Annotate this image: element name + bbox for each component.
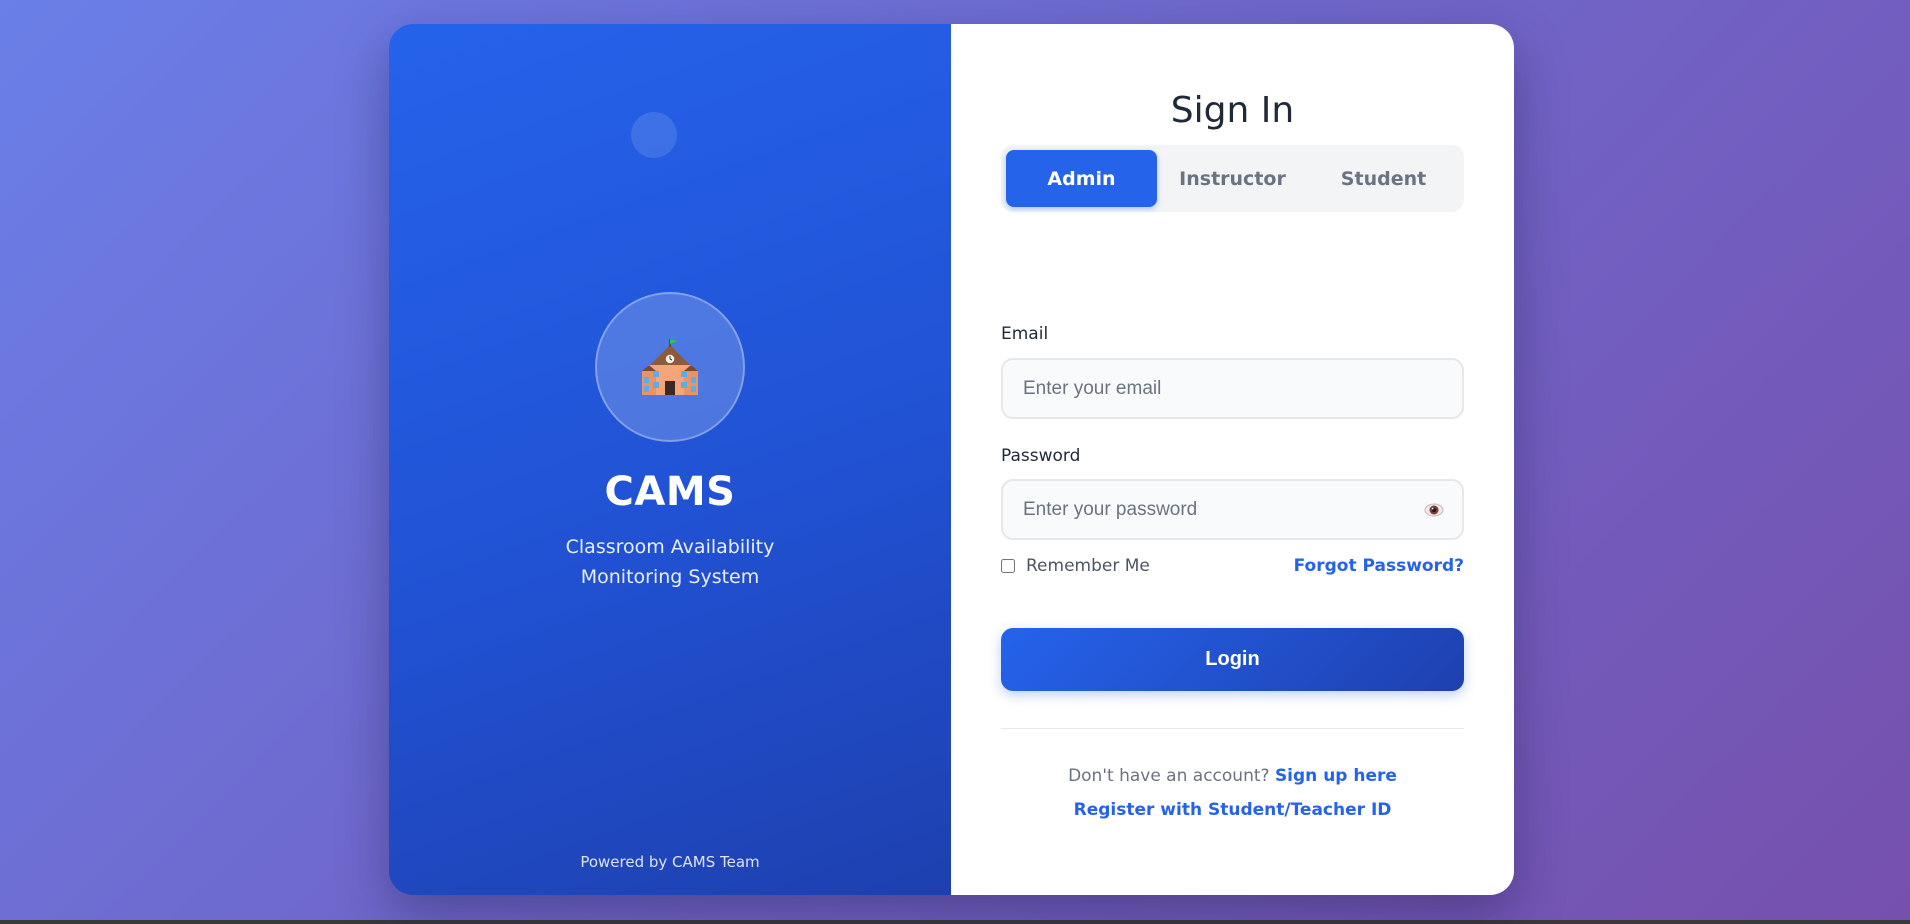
school-building-icon [642, 339, 698, 395]
powered-by-text: Powered by CAMS Team [580, 853, 760, 871]
email-field-wrapper [1001, 358, 1464, 419]
signup-link[interactable]: Sign up here [1275, 766, 1397, 786]
remember-row: Remember Me Forgot Password? [1001, 556, 1464, 576]
divider [1001, 728, 1464, 729]
decorative-circle [631, 112, 677, 158]
login-button[interactable]: Login [1001, 628, 1464, 691]
tab-admin[interactable]: Admin [1006, 150, 1157, 207]
remember-me[interactable]: Remember Me [1001, 556, 1150, 576]
login-card: CAMS Classroom Availability Monitoring S… [389, 24, 1514, 895]
password-label: Password [1001, 446, 1081, 466]
remember-checkbox[interactable] [1001, 559, 1015, 573]
email-field[interactable] [1001, 358, 1464, 419]
brand-subtitle-line2: Monitoring System [580, 566, 760, 588]
branding-panel: CAMS Classroom Availability Monitoring S… [389, 24, 951, 895]
register-line: Register with Student/Teacher ID [1001, 800, 1464, 820]
logo-circle [595, 292, 745, 442]
email-label: Email [1001, 324, 1049, 344]
signin-title: Sign In [1170, 90, 1295, 131]
brand-subtitle-line1: Classroom Availability [565, 536, 775, 558]
role-tabs: Admin Instructor Student [1001, 145, 1464, 212]
eye-icon[interactable] [1424, 503, 1444, 517]
forgot-password-link[interactable]: Forgot Password? [1294, 556, 1464, 576]
remember-label: Remember Me [1026, 556, 1150, 576]
signup-prompt: Don't have an account? Sign up here [1001, 766, 1464, 786]
signin-panel: Sign In Admin Instructor Student Email P… [951, 24, 1514, 895]
password-field[interactable] [1001, 479, 1464, 540]
signup-prompt-text: Don't have an account? [1068, 766, 1275, 786]
password-field-wrapper [1001, 479, 1464, 540]
register-id-link[interactable]: Register with Student/Teacher ID [1074, 800, 1392, 820]
brand-subtitle: Classroom Availability Monitoring System [389, 532, 951, 592]
tab-instructor[interactable]: Instructor [1157, 150, 1308, 207]
brand-name: CAMS [604, 469, 736, 515]
page-background: CAMS Classroom Availability Monitoring S… [0, 0, 1910, 920]
tab-student[interactable]: Student [1308, 150, 1459, 207]
